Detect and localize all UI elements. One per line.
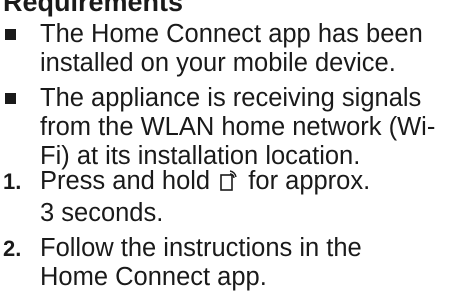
- requirement-item: The Home Connect app has been installed …: [0, 20, 465, 78]
- step-number: 2.: [3, 236, 22, 261]
- step-number: 1.: [3, 169, 22, 194]
- requirements-list: The Home Connect app has been installed …: [0, 20, 465, 177]
- step-text: for approx.: [248, 167, 371, 195]
- step-text: Follow the instructions in the: [40, 234, 362, 262]
- step-item: 2. Follow the instructions in the Home C…: [0, 234, 465, 292]
- remote-start-icon: [219, 170, 237, 199]
- requirement-item: The appliance is receiving signals from …: [0, 84, 465, 171]
- steps-list: 1. Press and hold for approx. 3 seconds.…: [0, 167, 465, 298]
- requirement-text-line: The Home Connect app has been: [40, 20, 423, 48]
- step-text-line: Home Connect app.: [40, 263, 267, 291]
- requirement-text-line: Fi) at its installation location.: [40, 142, 361, 170]
- requirement-text-line: from the WLAN home network (Wi-: [40, 113, 436, 141]
- requirement-text-line: installed on your mobile device.: [40, 49, 396, 77]
- step-text: Press and hold: [40, 167, 211, 195]
- step-item: 1. Press and hold for approx. 3 seconds.: [0, 167, 465, 228]
- requirement-text-line: The appliance is receiving signals: [40, 84, 422, 112]
- bullet-square-icon: [5, 93, 16, 104]
- step-text-line: 3 seconds.: [40, 199, 164, 227]
- requirements-heading: Requirements: [3, 0, 184, 17]
- bullet-square-icon: [5, 29, 16, 40]
